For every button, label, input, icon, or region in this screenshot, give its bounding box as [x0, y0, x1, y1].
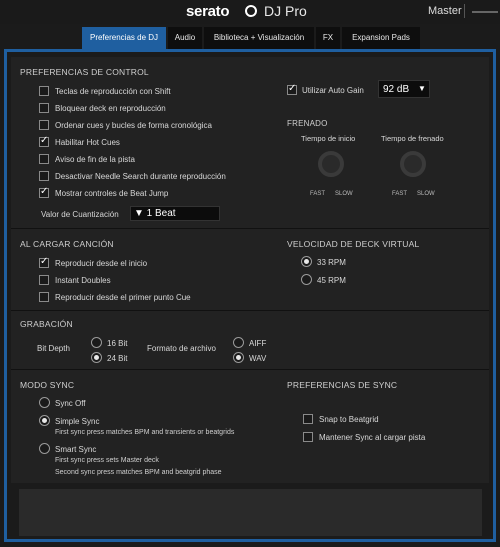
- end-of-track-warning-label: Aviso de fin de la pista: [55, 155, 135, 164]
- play-from-start-checkbox[interactable]: [39, 256, 49, 268]
- brake-time-knob[interactable]: [400, 151, 426, 177]
- snap-to-beatgrid-checkbox[interactable]: [303, 414, 313, 424]
- tab-audio[interactable]: Audio: [168, 27, 202, 49]
- smart-sync-radio[interactable]: [39, 443, 50, 454]
- auto-gain-checkbox[interactable]: [287, 83, 297, 95]
- file-format-label: Formato de archivo: [147, 344, 216, 353]
- beat-jump-controls-checkbox[interactable]: [39, 186, 49, 198]
- chronological-cues-label: Ordenar cues y bucles de forma cronológi…: [55, 121, 212, 130]
- keep-sync-on-load-label: Mantener Sync al cargar pista: [319, 433, 426, 442]
- sync-off-radio[interactable]: [39, 397, 50, 408]
- lock-deck-checkbox[interactable]: [39, 103, 49, 113]
- tab-fx[interactable]: FX: [316, 27, 340, 49]
- rpm-45-label: 45 RPM: [317, 276, 346, 285]
- aiff-radio[interactable]: [233, 337, 244, 348]
- bit-16-radio[interactable]: [91, 337, 102, 348]
- sync-mode-title: MODO SYNC: [20, 380, 75, 390]
- dj-pro-label: DJ Pro: [264, 3, 307, 19]
- wav-label: WAV: [249, 354, 267, 363]
- bit-depth-label: Bit Depth: [37, 344, 70, 353]
- section-divider: [11, 310, 489, 311]
- braking-title: FRENADO: [287, 119, 328, 128]
- keep-sync-on-load-checkbox[interactable]: [303, 432, 313, 442]
- virtual-deck-speed-title: VELOCIDAD DE DECK VIRTUAL: [287, 239, 420, 249]
- enable-hot-cues-label: Habilitar Hot Cues: [55, 138, 120, 147]
- auto-gain-dropdown[interactable]: 92 dB ▼: [378, 80, 430, 98]
- rpm-33-label: 33 RPM: [317, 258, 346, 267]
- quantize-value-dropdown[interactable]: ▼ 1 Beat: [130, 206, 220, 221]
- section-divider: [11, 369, 489, 370]
- brake-fast-label: FAST: [392, 191, 408, 197]
- preferences-panel: PREFERENCIAS DE CONTROL Teclas de reprod…: [4, 49, 496, 542]
- disable-needle-search-checkbox[interactable]: [39, 171, 49, 181]
- brake-slow-label: SLOW: [417, 191, 435, 197]
- bit-24-label: 24 Bit: [107, 354, 128, 363]
- rpm-33-radio[interactable]: [301, 256, 312, 267]
- aiff-label: AIFF: [249, 339, 267, 348]
- tab-dj-preferences[interactable]: Preferencias de DJ: [82, 27, 166, 49]
- enable-hot-cues-checkbox[interactable]: [39, 135, 49, 147]
- tab-library-display[interactable]: Biblioteca + Visualización: [204, 27, 314, 49]
- play-from-first-cue-checkbox[interactable]: [39, 292, 49, 302]
- sync-off-label: Sync Off: [55, 399, 86, 408]
- chevron-down-icon: ▼: [418, 84, 426, 93]
- disable-needle-search-label: Desactivar Needle Search durante reprodu…: [55, 172, 226, 181]
- master-divider: [464, 4, 465, 18]
- serato-ring-icon: [245, 5, 257, 17]
- shift-playback-keys-label: Teclas de reproducción con Shift: [55, 87, 171, 96]
- tab-expansion-pads[interactable]: Expansion Pads: [342, 27, 420, 49]
- quantize-value-label: Valor de Cuantización: [41, 210, 119, 219]
- end-of-track-warning-checkbox[interactable]: [39, 154, 49, 164]
- brake-time-label: Tiempo de frenado: [381, 134, 444, 143]
- lock-deck-label: Bloquear deck en reproducción: [55, 104, 166, 113]
- beat-jump-controls-label: Mostrar controles de Beat Jump: [55, 189, 169, 198]
- app-header: serato DJ Pro Master: [0, 0, 500, 24]
- sync-preferences-title: PREFERENCIAS DE SYNC: [287, 380, 398, 390]
- instant-doubles-checkbox[interactable]: [39, 275, 49, 285]
- master-volume-slider[interactable]: [472, 11, 498, 13]
- bit-24-radio[interactable]: [91, 352, 102, 363]
- snap-to-beatgrid-label: Snap to Beatgrid: [319, 415, 379, 424]
- simple-sync-description: First sync press matches BPM and transie…: [55, 429, 235, 436]
- start-time-label: Tiempo de inicio: [301, 134, 356, 143]
- play-from-first-cue-label: Reproducir desde el primer punto Cue: [55, 293, 191, 302]
- recording-title: GRABACIÓN: [20, 319, 73, 329]
- simple-sync-label: Simple Sync: [55, 417, 100, 426]
- smart-sync-description-1: First sync press sets Master deck: [55, 457, 159, 464]
- preferences-footer-area: [19, 489, 482, 536]
- bit-16-label: 16 Bit: [107, 339, 128, 348]
- chronological-cues-checkbox[interactable]: [39, 120, 49, 130]
- control-preferences-title: PREFERENCIAS DE CONTROL: [20, 67, 149, 77]
- play-from-start-label: Reproducir desde el inicio: [55, 259, 148, 268]
- wav-radio[interactable]: [233, 352, 244, 363]
- smart-sync-label: Smart Sync: [55, 445, 97, 454]
- master-label: Master: [428, 5, 462, 17]
- smart-sync-description-2: Second sync press matches BPM and beatgr…: [55, 469, 222, 476]
- rpm-45-radio[interactable]: [301, 274, 312, 285]
- serato-logo: serato: [186, 3, 230, 20]
- auto-gain-label: Utilizar Auto Gain: [302, 86, 364, 95]
- shift-playback-keys-checkbox[interactable]: [39, 86, 49, 96]
- settings-tabs: Preferencias de DJ Audio Biblioteca + Vi…: [0, 27, 500, 49]
- start-slow-label: SLOW: [335, 191, 353, 197]
- simple-sync-radio[interactable]: [39, 415, 50, 426]
- section-divider: [11, 228, 489, 229]
- song-load-title: AL CARGAR CANCIÓN: [20, 239, 114, 249]
- auto-gain-value: 92 dB: [383, 84, 410, 95]
- instant-doubles-label: Instant Doubles: [55, 276, 111, 285]
- start-time-knob[interactable]: [318, 151, 344, 177]
- start-fast-label: FAST: [310, 191, 326, 197]
- preferences-content: PREFERENCIAS DE CONTROL Teclas de reprod…: [11, 57, 489, 483]
